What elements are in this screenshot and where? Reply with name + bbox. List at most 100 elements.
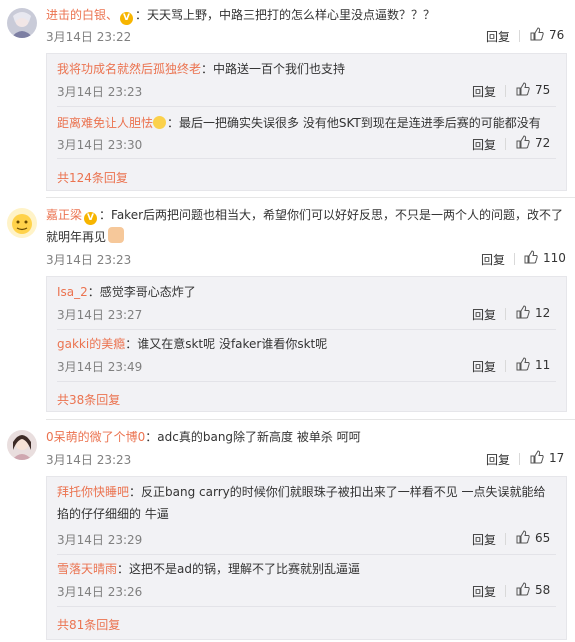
avatar[interactable] — [7, 430, 37, 460]
reply-username[interactable]: Isa_2 — [57, 285, 88, 299]
comment-username[interactable]: 0呆萌的微了个博0 — [46, 430, 145, 444]
like-count: 58 — [535, 583, 551, 597]
like-button[interactable]: 72 — [516, 135, 550, 150]
like-count: 65 — [535, 531, 551, 545]
like-button[interactable]: 17 — [530, 450, 564, 465]
comment-time: 3月14日 23:23 — [46, 453, 132, 467]
reply-text: ：中路送一百个我们也支持 — [201, 62, 346, 76]
reply-item: 拜托你快睡吧：反正bang carry的时候你们就眼珠子被扣出来了一样看不见 一… — [57, 481, 556, 525]
reply-item: 距离难免让人胆怯 ：最后一把确实失误很多 没有他SKT到现在是连进季后赛的可能都没… — [57, 112, 556, 134]
comment-time: 3月14日 23:23 — [46, 253, 132, 267]
reply-box: 拜托你快睡吧：反正bang carry的时候你们就眼珠子被扣出来了一样看不见 一… — [46, 476, 567, 640]
reply-username[interactable]: 雪落天晴雨 — [57, 562, 117, 576]
reply-item: 雪落天晴雨：这把不是ad的锅，理解不了比赛就别乱逼逼 — [57, 558, 556, 580]
reply-button[interactable]: 回复 — [472, 136, 496, 153]
reply-username[interactable]: 拜托你快睡吧 — [57, 485, 129, 499]
like-count: 12 — [535, 306, 551, 320]
reply-username[interactable]: 距离难免让人胆怯 — [57, 116, 153, 130]
reply-box: 我将功成名就然后孤独终老：中路送一百个我们也支持 3月14日 23:23 回复 … — [46, 53, 567, 191]
thumbs-up-icon — [530, 27, 544, 41]
thumbs-up-icon — [516, 357, 530, 371]
smiley-emoji-icon — [153, 116, 167, 129]
reply-button[interactable]: 回复 — [486, 28, 510, 45]
thumbs-up-icon — [516, 530, 530, 544]
reply-time: 3月14日 23:23 — [57, 85, 143, 99]
comment-text-block: 进击的白银、 V ：天天骂上野，中路三把打的怎么样心里没点逼数？？？ — [46, 4, 567, 26]
like-button[interactable]: 75 — [516, 82, 550, 97]
like-count: 72 — [535, 136, 551, 150]
reply-item: 我将功成名就然后孤独终老：中路送一百个我们也支持 — [57, 58, 556, 80]
comment-text-block: 嘉正梁 V ：Faker后两把问题也相当大，希望你们可以好好反思，不只是一两个人的问… — [46, 204, 567, 248]
comment-text-block: 0呆萌的微了个博0：adc真的bang除了新高度 被单杀 呵呵 — [46, 426, 567, 448]
reply-text: ：谁又在意skt呢 没faker谁看你skt呢 — [125, 337, 328, 351]
divider — [57, 329, 556, 330]
reply-text: ：反正bang carry的时候你们就眼珠子被扣出来了一样看不见 一点失误就能给… — [57, 485, 546, 521]
reply-text: ：这把不是ad的锅，理解不了比赛就别乱逼逼 — [117, 562, 360, 576]
comment-text: ：天天骂上野，中路三把打的怎么样心里没点逼数？？？ — [135, 8, 436, 22]
comment-username[interactable]: 嘉正梁 — [46, 208, 82, 222]
separator — [514, 253, 515, 265]
more-replies-link[interactable]: 共124条回复 — [57, 169, 128, 186]
like-button[interactable]: 65 — [516, 530, 550, 545]
thumbs-up-icon — [516, 82, 530, 96]
reply-time: 3月14日 23:26 — [57, 585, 143, 599]
separator — [505, 138, 506, 150]
waving-hand-emoji-icon — [108, 227, 125, 243]
reply-button[interactable]: 回复 — [486, 451, 510, 468]
divider — [46, 197, 575, 198]
verified-badge-icon: V — [120, 12, 134, 25]
reply-item: Isa_2：感觉李哥心态炸了 — [57, 281, 556, 303]
comment-time: 3月14日 23:22 — [46, 30, 132, 44]
like-button[interactable]: 12 — [516, 305, 550, 320]
thumbs-up-icon — [516, 135, 530, 149]
reply-item: gakki的美瘾：谁又在意skt呢 没faker谁看你skt呢 — [57, 333, 556, 355]
reply-time: 3月14日 23:27 — [57, 308, 143, 322]
avatar[interactable] — [7, 208, 37, 238]
more-replies-link[interactable]: 共81条回复 — [57, 616, 120, 633]
reply-time: 3月14日 23:29 — [57, 533, 143, 547]
separator — [505, 308, 506, 320]
reply-button[interactable]: 回复 — [472, 358, 496, 375]
reply-username[interactable]: 我将功成名就然后孤独终老 — [57, 62, 201, 76]
separator — [505, 585, 506, 597]
comment-text: ：adc真的bang除了新高度 被单杀 呵呵 — [145, 430, 361, 444]
thumbs-up-icon — [516, 582, 530, 596]
separator — [505, 85, 506, 97]
thumbs-up-icon — [530, 450, 544, 464]
avatar[interactable] — [7, 8, 37, 38]
more-replies-link[interactable]: 共38条回复 — [57, 391, 120, 408]
reply-time: 3月14日 23:49 — [57, 360, 143, 374]
like-count: 110 — [543, 251, 566, 265]
reply-button[interactable]: 回复 — [472, 583, 496, 600]
comment-username[interactable]: 进击的白银、 — [46, 8, 118, 22]
verified-badge-icon: V — [84, 212, 98, 225]
thumbs-up-icon — [524, 250, 538, 264]
separator — [505, 360, 506, 372]
divider — [57, 381, 556, 382]
like-button[interactable]: 76 — [530, 27, 564, 42]
like-count: 11 — [535, 358, 551, 372]
reply-button[interactable]: 回复 — [472, 531, 496, 548]
separator — [519, 30, 520, 42]
like-button[interactable]: 58 — [516, 582, 550, 597]
divider — [57, 158, 556, 159]
like-button[interactable]: 11 — [516, 357, 550, 372]
reply-text: ：感觉李哥心态炸了 — [87, 285, 196, 299]
like-count: 76 — [549, 28, 565, 42]
divider — [46, 419, 575, 420]
like-count: 17 — [549, 451, 565, 465]
divider — [57, 554, 556, 555]
separator — [505, 533, 506, 545]
thumbs-up-icon — [516, 305, 530, 319]
divider — [57, 606, 556, 607]
reply-button[interactable]: 回复 — [481, 251, 505, 268]
reply-time: 3月14日 23:30 — [57, 138, 143, 152]
reply-username[interactable]: gakki的美瘾 — [57, 337, 125, 351]
like-count: 75 — [535, 83, 551, 97]
reply-button[interactable]: 回复 — [472, 83, 496, 100]
like-button[interactable]: 110 — [524, 250, 566, 265]
separator — [519, 453, 520, 465]
reply-box: Isa_2：感觉李哥心态炸了 3月14日 23:27 回复 12 gakki的美… — [46, 276, 567, 412]
reply-text: ：最后一把确实失误很多 没有他SKT到现在是连进季后赛的可能都没有 — [167, 116, 541, 130]
reply-button[interactable]: 回复 — [472, 306, 496, 323]
